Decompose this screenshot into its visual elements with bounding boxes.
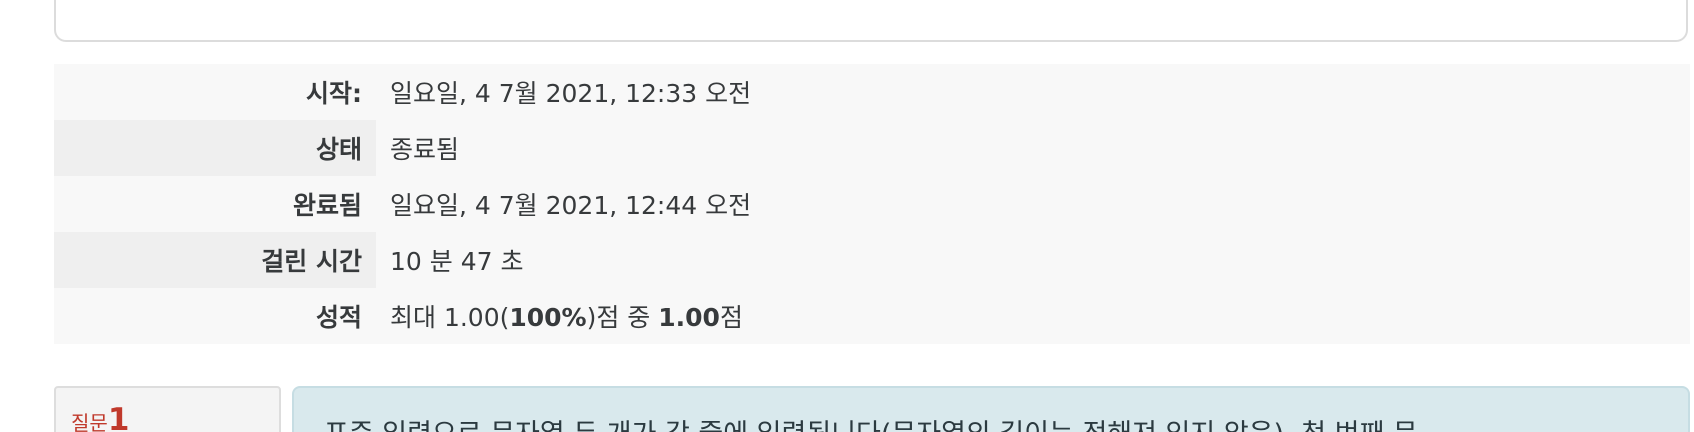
question-number: 질문1	[71, 402, 129, 432]
summary-value: 종료됨	[376, 120, 1690, 176]
question-label: 질문	[71, 411, 108, 432]
question-content-panel: 표준 입력으로 문자열 두 개가 각 줄에 입력됩니다(문자열의 길이는 정해져…	[292, 386, 1690, 432]
summary-row-state: 상태 종료됨	[54, 120, 1690, 176]
summary-value: 10 분 47 초	[376, 232, 1690, 288]
summary-row-completed: 완료됨 일요일, 4 7월 2021, 12:44 오전	[54, 176, 1690, 232]
summary-row-time-taken: 걸린 시간 10 분 47 초	[54, 232, 1690, 288]
grade-suffix: 점	[719, 303, 743, 332]
summary-label: 완료됨	[54, 176, 376, 232]
summary-label: 걸린 시간	[54, 232, 376, 288]
question-info-panel: 질문1	[54, 386, 281, 432]
grade-score: 1.00	[658, 303, 720, 332]
grade-middle: )점 중	[586, 303, 659, 332]
summary-row-grade: 성적 최대 1.00(100%)점 중 1.00점	[54, 288, 1690, 344]
summary-row-started: 시작: 일요일, 4 7월 2021, 12:33 오전	[54, 64, 1690, 120]
summary-label: 상태	[54, 120, 376, 176]
quiz-review-page: 시작: 일요일, 4 7월 2021, 12:33 오전 상태 종료됨 완료됨 …	[0, 0, 1694, 432]
summary-label: 성적	[54, 288, 376, 344]
summary-label: 시작:	[54, 64, 376, 120]
summary-value: 일요일, 4 7월 2021, 12:44 오전	[376, 176, 1690, 232]
previous-content-box	[54, 0, 1688, 42]
grade-max-percent: 100%	[509, 303, 587, 332]
attempt-summary-table: 시작: 일요일, 4 7월 2021, 12:33 오전 상태 종료됨 완료됨 …	[54, 64, 1690, 344]
question-number-value: 1	[107, 402, 130, 432]
summary-value: 일요일, 4 7월 2021, 12:33 오전	[376, 64, 1690, 120]
grade-prefix: 최대 1.00(	[390, 303, 510, 332]
grade-value: 최대 1.00(100%)점 중 1.00점	[376, 288, 1690, 344]
question-text: 표준 입력으로 문자열 두 개가 각 줄에 입력됩니다(문자열의 길이는 정해져…	[324, 412, 1418, 432]
